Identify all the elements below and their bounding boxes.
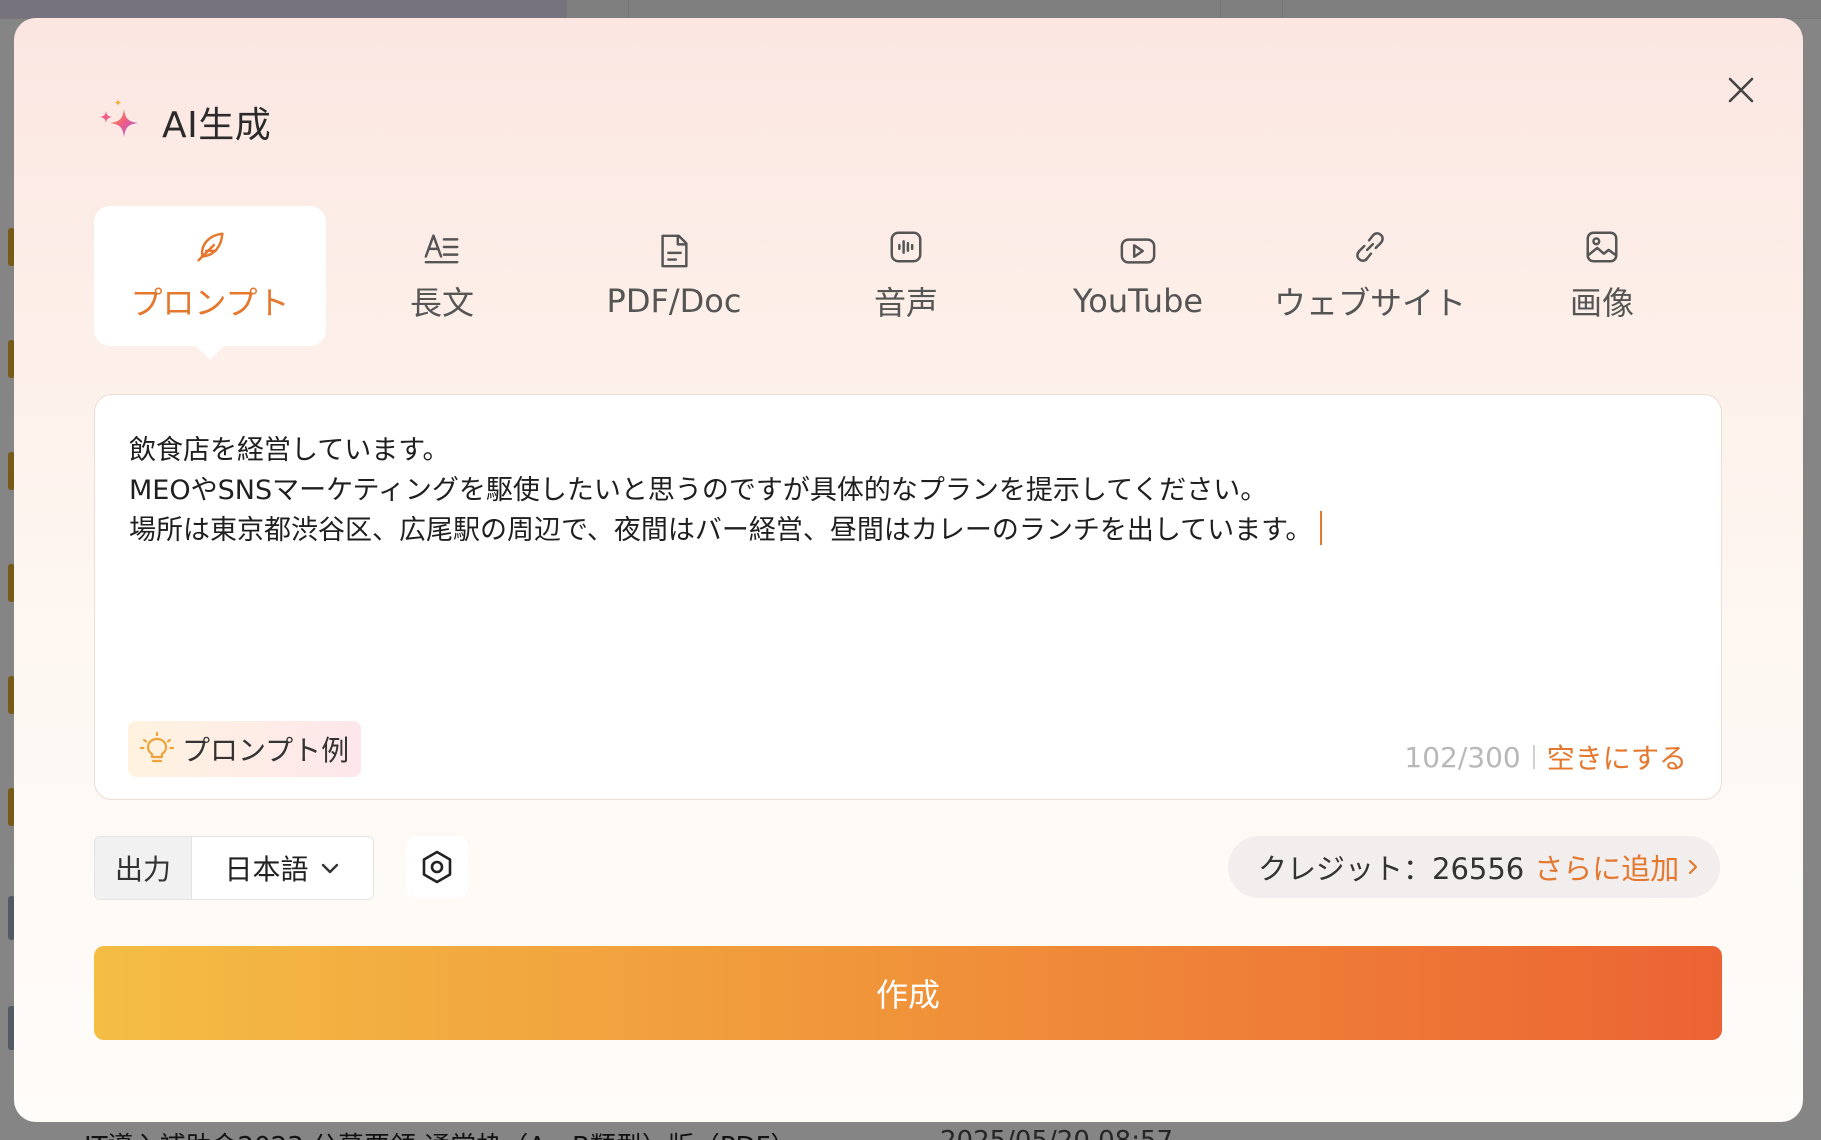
settings-icon: [422, 850, 452, 884]
text-caret: [1320, 511, 1323, 545]
text-lines-icon: [424, 234, 459, 264]
prompt-input-box[interactable]: 飲食店を経営しています。 MEOやSNSマーケティングを駆使したいと思うのですが…: [94, 394, 1722, 800]
output-label: 出力: [95, 837, 192, 899]
tab-pdf-doc[interactable]: PDF/Doc: [558, 206, 790, 346]
image-icon: [1586, 231, 1618, 263]
tab-image[interactable]: 画像: [1486, 206, 1718, 346]
source-tabs: プロンプト 長文 PDF/Doc 音声 YouTube ウェブサイト 画像: [94, 206, 1722, 360]
chevron-right-icon: [1689, 859, 1698, 875]
add-credits-label: さらに追加: [1534, 852, 1680, 886]
tab-audio[interactable]: 音声: [790, 206, 1022, 346]
prompt-counter-row: 102/300 空きにする: [1404, 737, 1687, 777]
add-credits-link[interactable]: さらに追加: [1534, 846, 1701, 888]
modal-title: AI生成: [162, 105, 272, 146]
chevron-down-icon: [321, 863, 338, 874]
credit-balance: クレジット：26556 さらに追加: [1228, 836, 1720, 898]
tab-long-text[interactable]: 長文: [326, 206, 558, 346]
youtube-icon: [1120, 238, 1156, 264]
ai-generate-modal: AI生成 プロンプト 長文 PDF/Doc 音声 YouTube ウェブサイト …: [14, 18, 1803, 1122]
lightbulb-icon: [140, 732, 174, 763]
character-counter: 102/300: [1404, 740, 1521, 774]
prompt-textarea[interactable]: 飲食店を経営しています。 MEOやSNSマーケティングを駆使したいと思うのですが…: [129, 431, 1687, 551]
audio-icon: [890, 231, 922, 263]
link-icon: [1356, 232, 1384, 262]
modal-header: AI生成: [94, 96, 271, 148]
tab-youtube[interactable]: YouTube: [1022, 206, 1254, 346]
tab-prompt[interactable]: プロンプト: [94, 206, 326, 360]
feather-icon: [197, 232, 224, 262]
prompt-example-button[interactable]: プロンプト例: [128, 721, 362, 777]
counter-divider: [1532, 745, 1535, 769]
clear-button[interactable]: 空きにする: [1547, 737, 1687, 777]
tab-website[interactable]: ウェブサイト: [1254, 206, 1486, 346]
close-icon: [1728, 77, 1754, 103]
language-value: 日本語: [224, 853, 309, 886]
close-button[interactable]: [1717, 66, 1765, 114]
sparkle-icon: [100, 99, 138, 137]
settings-button[interactable]: [406, 836, 468, 898]
create-button[interactable]: 作成: [94, 946, 1722, 1040]
output-language-group: 出力 日本語: [94, 836, 374, 900]
language-select[interactable]: 日本語: [192, 837, 373, 899]
credit-text: クレジット：26556: [1258, 852, 1525, 886]
document-icon: [661, 234, 688, 268]
prompt-text: 飲食店を経営しています。 MEOやSNSマーケティングを駆使したいと思うのですが…: [129, 435, 1313, 546]
